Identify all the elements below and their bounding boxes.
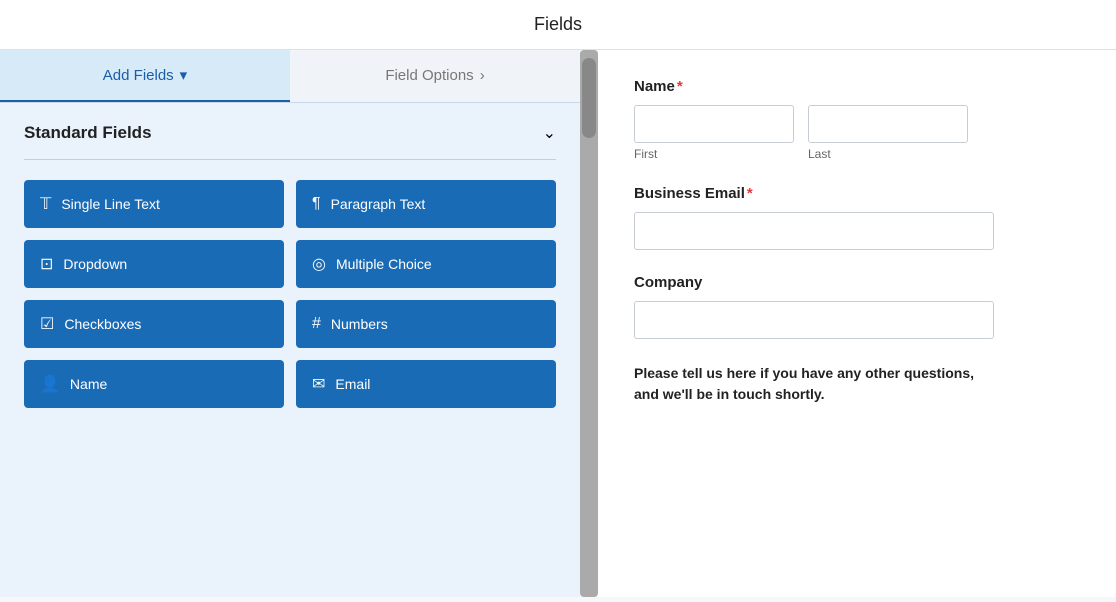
name-field-label: Name* xyxy=(634,78,1080,95)
right-panel: Name* First Last Business Email* C xyxy=(598,50,1116,597)
tab-bar: Add Fields ▾ Field Options › xyxy=(0,50,580,103)
name-required-star: * xyxy=(677,78,683,95)
section-collapse-icon[interactable]: ⌄ xyxy=(543,123,556,143)
numbers-button[interactable]: # Numbers xyxy=(296,300,556,348)
name-button[interactable]: 👤 Name xyxy=(24,360,284,408)
dropdown-label: Dropdown xyxy=(63,256,127,272)
tab-field-options[interactable]: Field Options › xyxy=(290,50,580,102)
fields-content: Standard Fields ⌄ 𝕋 Single Line Text ¶ P… xyxy=(0,103,580,597)
dropdown-button[interactable]: ⊡ Dropdown xyxy=(24,240,284,288)
email-label: Email xyxy=(335,376,370,392)
email-required-star: * xyxy=(747,185,753,202)
section-divider xyxy=(24,159,556,160)
first-name-group: First xyxy=(634,105,794,161)
last-name-input[interactable] xyxy=(808,105,968,143)
form-company-group: Company xyxy=(634,274,1080,339)
form-name-group: Name* First Last xyxy=(634,78,1080,161)
name-icon: 👤 xyxy=(40,374,60,394)
checkboxes-icon: ☑ xyxy=(40,314,54,334)
page-header: Fields xyxy=(0,0,1116,50)
first-name-input[interactable] xyxy=(634,105,794,143)
add-fields-label: Add Fields xyxy=(103,67,174,84)
field-options-label: Field Options xyxy=(385,67,473,84)
company-label: Company xyxy=(634,274,1080,291)
first-name-sublabel: First xyxy=(634,147,794,161)
paragraph-text-label: Paragraph Text xyxy=(331,196,426,212)
last-name-sublabel: Last xyxy=(808,147,968,161)
email-icon: ✉ xyxy=(312,374,325,394)
single-line-text-label: Single Line Text xyxy=(61,196,160,212)
multiple-choice-label: Multiple Choice xyxy=(336,256,432,272)
business-email-input[interactable] xyxy=(634,212,994,250)
form-business-email-group: Business Email* xyxy=(634,185,1080,250)
section-title: Standard Fields xyxy=(24,123,152,143)
numbers-icon: # xyxy=(312,315,321,333)
tab-add-fields[interactable]: Add Fields ▾ xyxy=(0,50,290,102)
field-options-chevron-icon: › xyxy=(480,67,485,84)
scrollbar-divider[interactable] xyxy=(580,50,598,597)
single-line-text-icon: 𝕋 xyxy=(40,194,51,214)
multiple-choice-button[interactable]: ◎ Multiple Choice xyxy=(296,240,556,288)
left-panel: Add Fields ▾ Field Options › Standard Fi… xyxy=(0,50,580,597)
scrollbar-thumb[interactable] xyxy=(582,58,596,138)
multiple-choice-icon: ◎ xyxy=(312,254,326,274)
name-inputs: First Last xyxy=(634,105,1080,161)
single-line-text-button[interactable]: 𝕋 Single Line Text xyxy=(24,180,284,228)
main-layout: Add Fields ▾ Field Options › Standard Fi… xyxy=(0,50,1116,597)
section-header: Standard Fields ⌄ xyxy=(24,123,556,143)
business-email-label: Business Email* xyxy=(634,185,1080,202)
page-title: Fields xyxy=(0,14,1116,35)
paragraph-text-icon: ¶ xyxy=(312,195,321,213)
form-note-group: Please tell us here if you have any othe… xyxy=(634,363,1080,405)
dropdown-icon: ⊡ xyxy=(40,254,53,274)
fields-grid: 𝕋 Single Line Text ¶ Paragraph Text ⊡ Dr… xyxy=(24,180,556,408)
add-fields-chevron-icon: ▾ xyxy=(180,66,188,84)
numbers-label: Numbers xyxy=(331,316,388,332)
paragraph-text-button[interactable]: ¶ Paragraph Text xyxy=(296,180,556,228)
checkboxes-label: Checkboxes xyxy=(64,316,141,332)
email-button[interactable]: ✉ Email xyxy=(296,360,556,408)
last-name-group: Last xyxy=(808,105,968,161)
name-label: Name xyxy=(70,376,107,392)
company-input[interactable] xyxy=(634,301,994,339)
form-note: Please tell us here if you have any othe… xyxy=(634,363,994,405)
checkboxes-button[interactable]: ☑ Checkboxes xyxy=(24,300,284,348)
